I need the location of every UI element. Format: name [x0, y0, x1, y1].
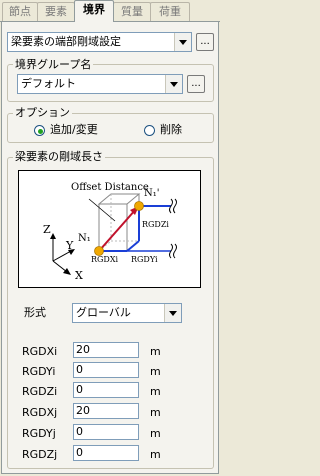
tab-elements[interactable]: 要素 [37, 2, 75, 21]
function-more-button[interactable]: ... [196, 33, 214, 51]
radio-add-modify[interactable] [34, 125, 45, 136]
rgdxj-unit: m [150, 406, 161, 419]
rgdyj-input[interactable]: 0 [73, 424, 139, 440]
rgdzi-input[interactable]: 0 [73, 382, 139, 398]
rgdy-dimension-line [126, 240, 140, 252]
boundary-group-more-button[interactable]: ... [187, 75, 205, 93]
tab-nodes[interactable]: 節点 [2, 2, 38, 21]
rgdzj-field-label: RGDZj [22, 448, 58, 461]
radio-delete-label[interactable]: 削除 [160, 123, 182, 137]
boundary-group-title: 境界グループ名 [13, 58, 94, 71]
axis-x-label: X [75, 269, 83, 282]
function-select[interactable]: 梁要素の端部剛域設定 [7, 32, 192, 52]
axis-z-label: Z [43, 223, 51, 236]
rgdxj-field-label: RGDXj [22, 406, 58, 419]
radio-add-modify-label[interactable]: 追加/変更 [50, 123, 98, 137]
rgdyj-field-label: RGDYj [22, 427, 56, 440]
chevron-down-icon[interactable] [164, 304, 181, 322]
n1-label: N₁ [78, 233, 91, 244]
rgdzj-input[interactable]: 0 [73, 445, 139, 461]
rgdzi-field-label: RGDZi [22, 385, 58, 398]
format-select-value: グローバル [76, 306, 131, 319]
rgdyi-unit: m [150, 365, 161, 378]
tab-load[interactable]: 荷重 [150, 2, 190, 21]
format-select[interactable]: グローバル [72, 303, 182, 323]
axis-y-label: Y [66, 239, 74, 252]
rgdxi-input[interactable]: 20 [73, 342, 139, 358]
boundary-group-value: デフォルト [21, 77, 76, 90]
rgdyj-unit: m [150, 427, 161, 440]
box-top-face [97, 193, 141, 205]
boundary-group-select[interactable]: デフォルト [17, 74, 183, 94]
break-symbol-bottom [169, 243, 177, 259]
rgdzi-unit: m [150, 385, 161, 398]
axis-y-line [52, 250, 72, 262]
axis-x-line [52, 260, 68, 273]
radio-delete[interactable] [144, 125, 155, 136]
axis-x-arrow [63, 268, 71, 275]
function-select-value: 梁要素の端部剛域設定 [11, 35, 121, 48]
rigid-length-title: 梁要素の剛域長さ [13, 150, 105, 163]
tab-mass[interactable]: 質量 [113, 2, 151, 21]
chevron-down-icon[interactable] [165, 75, 182, 93]
rgdxj-input[interactable]: 20 [73, 403, 139, 419]
rgdxi-field-label: RGDXi [22, 345, 58, 358]
offset-arrow [98, 208, 137, 252]
offset-distance-label: Offset Distance [71, 182, 149, 193]
break-symbol-top [169, 198, 177, 214]
chevron-down-icon[interactable] [174, 33, 191, 51]
n1-prime-label: N₁' [144, 188, 160, 199]
tab-boundary[interactable]: 境界 [74, 0, 114, 22]
node-n1-prime [134, 201, 144, 211]
rgdzi-label: RGDZi [142, 220, 169, 229]
format-label: 形式 [24, 306, 46, 319]
offset-diagram: Offset Distance N₁ N₁' Z Y X RGDZi RGDXi… [18, 170, 201, 288]
rgdyi-label: RGDYi [131, 255, 158, 264]
rgdyi-input[interactable]: 0 [73, 362, 139, 378]
tab-bar: 節点 要素 境界 質量 荷重 [0, 0, 220, 22]
rgdyi-field-label: RGDYi [22, 365, 56, 378]
rgdzj-unit: m [150, 448, 161, 461]
rgdxi-unit: m [150, 345, 161, 358]
options-title: オプション [13, 106, 72, 119]
rgdxi-label: RGDXi [91, 255, 119, 264]
